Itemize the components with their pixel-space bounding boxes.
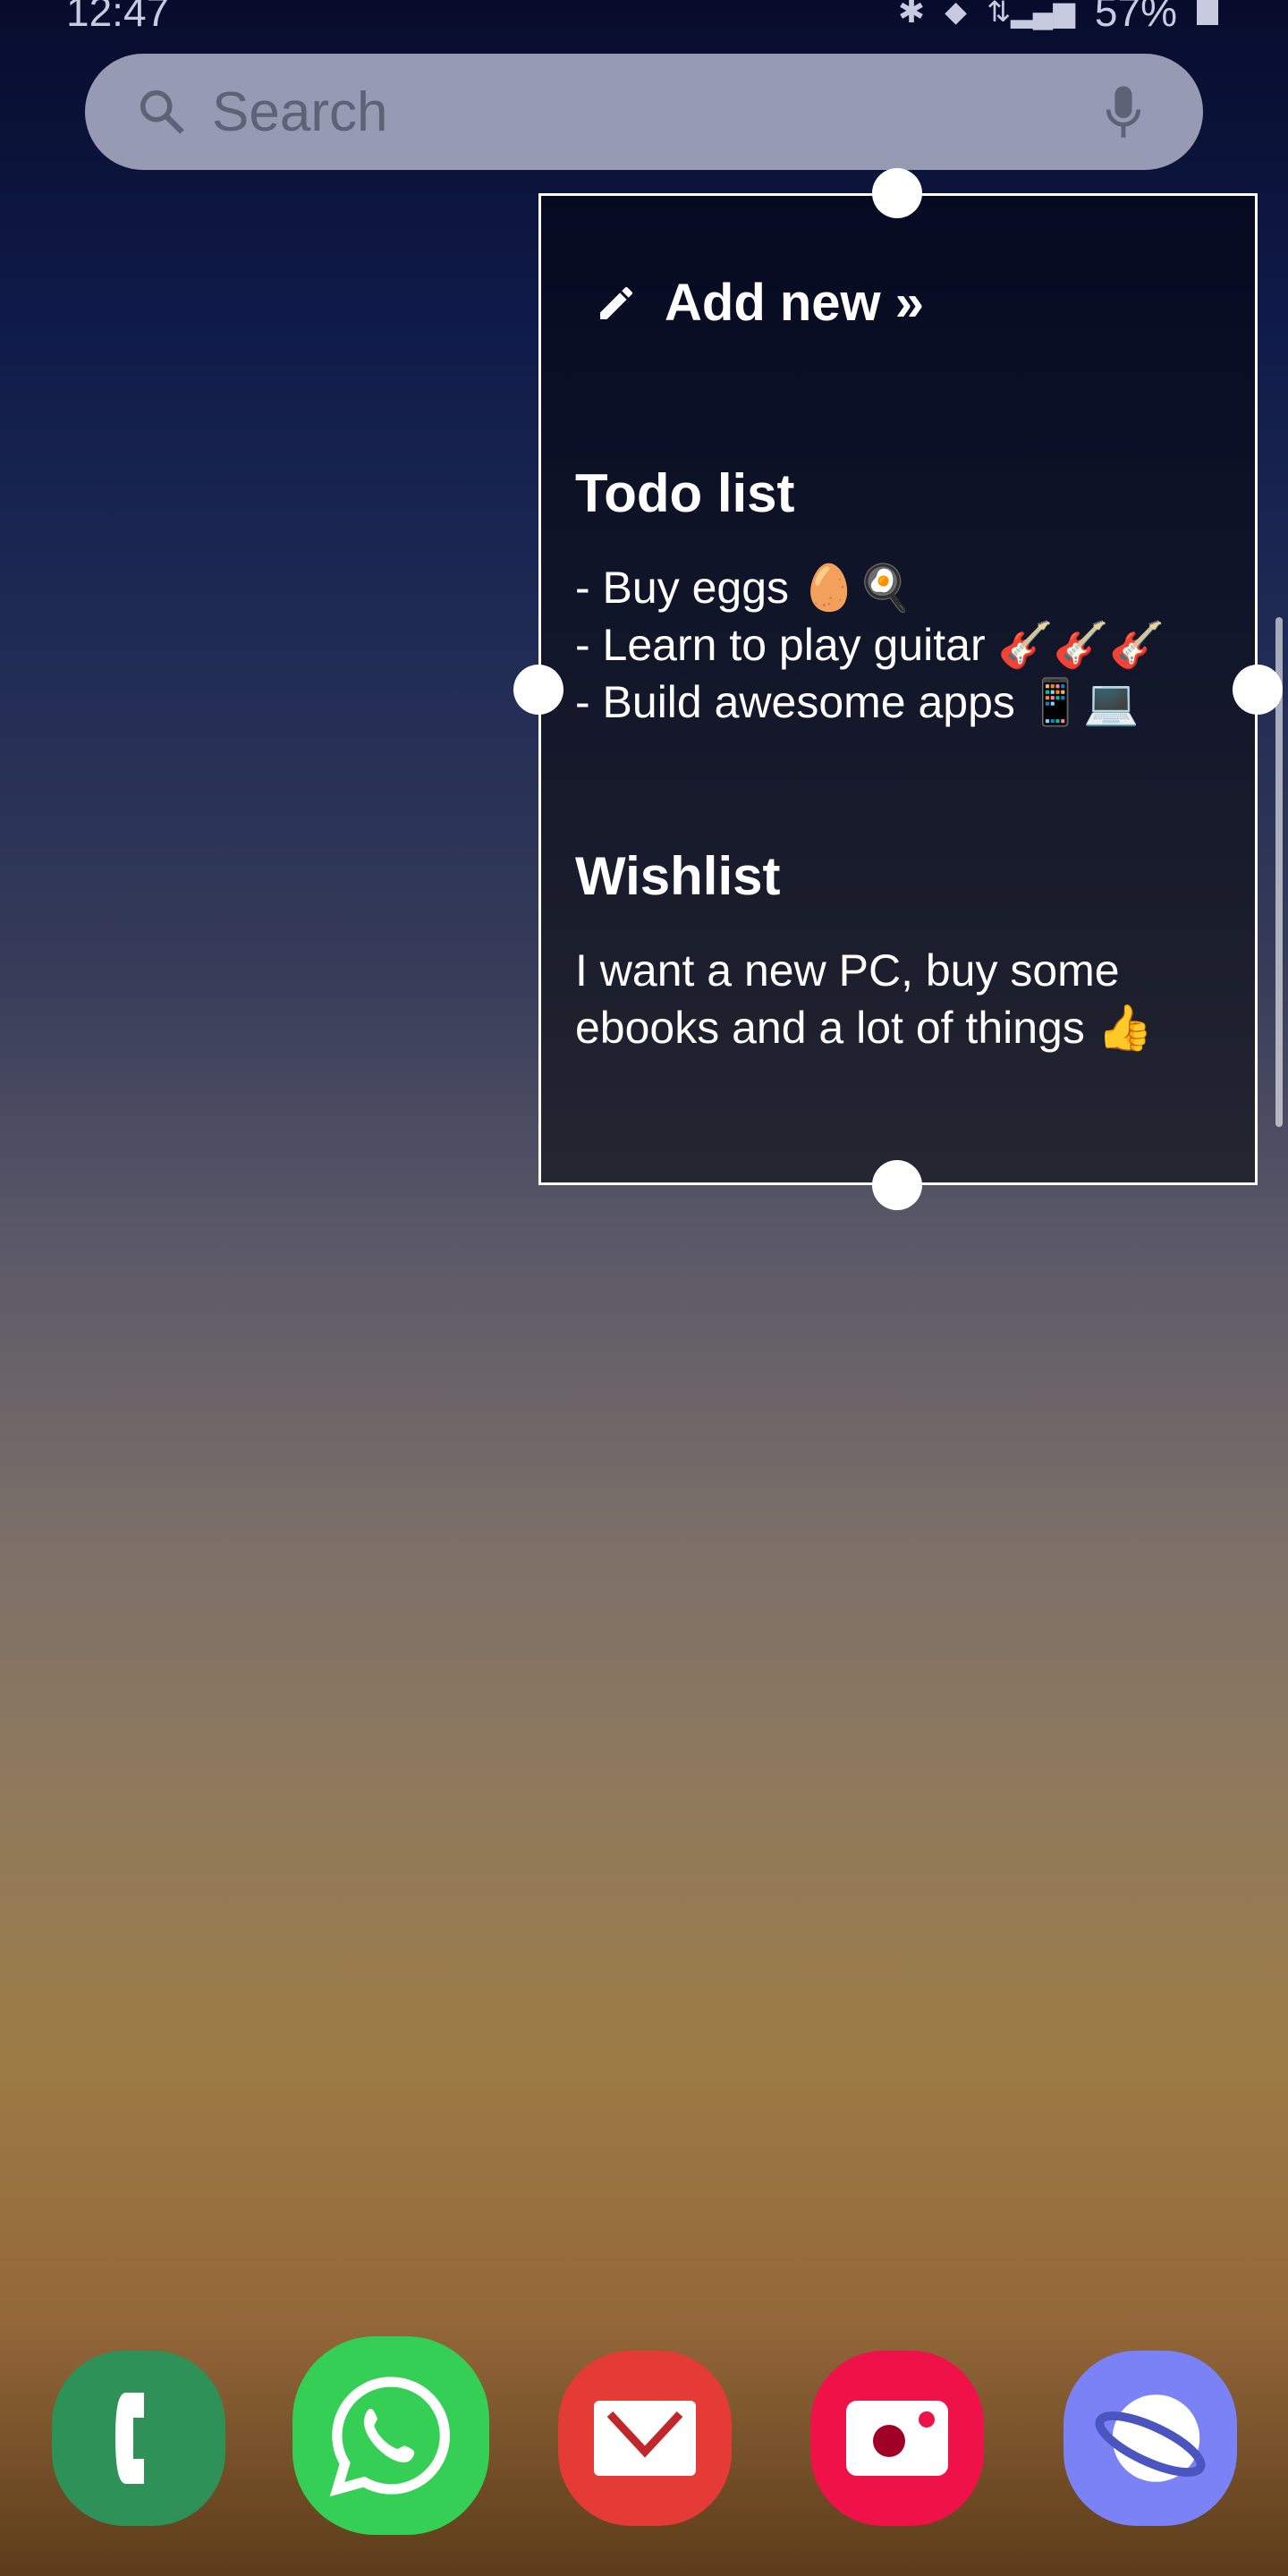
add-new-label: Add new » [665,274,925,332]
internet-planet-icon [1095,2394,1206,2482]
whatsapp-icon [329,2377,450,2497]
note-body: I want a new PC, buy some ebooks and a l… [575,945,1153,1053]
phone-icon [115,2393,144,2484]
search-placeholder: Search [212,80,388,143]
bluetooth-icon: ✱ [897,0,926,30]
battery-level: 57% [1094,0,1177,35]
battery-icon [1197,0,1218,25]
page-indicator [1275,617,1283,1127]
app-whatsapp[interactable] [292,2336,489,2535]
search-icon [140,90,184,134]
search-bar[interactable]: Search [85,54,1203,170]
resize-handle-top[interactable] [872,168,922,218]
clock: 12:47 [66,0,170,35]
note-title: Wishlist [575,846,781,906]
camera-icon [846,2401,948,2476]
app-internet[interactable] [1063,2351,1237,2526]
pencil-icon [600,286,632,319]
status-bar: 12:47 ✱ ⬥ ⇅▂▄▆ 57% [0,0,1288,35]
app-camera[interactable] [810,2351,984,2526]
signal-icon: ⇅▂▄▆ [987,0,1075,28]
app-email[interactable] [558,2351,732,2526]
note-body: - Buy eggs 🥚🍳 - Learn to play guitar 🎸🎸🎸… [575,563,1165,727]
note-title: Todo list [575,463,795,523]
resize-handle-bottom[interactable] [872,1160,922,1210]
app-phone[interactable] [52,2351,225,2526]
notes-widget[interactable]: Add new » Todo list - Buy eggs 🥚🍳 - Lear… [538,193,1258,1185]
mic-icon[interactable] [1101,84,1146,140]
add-new-button[interactable]: Add new » [595,273,924,333]
email-icon [594,2401,696,2476]
resize-handle-left[interactable] [513,665,564,715]
location-icon: ⬥ [945,0,968,30]
